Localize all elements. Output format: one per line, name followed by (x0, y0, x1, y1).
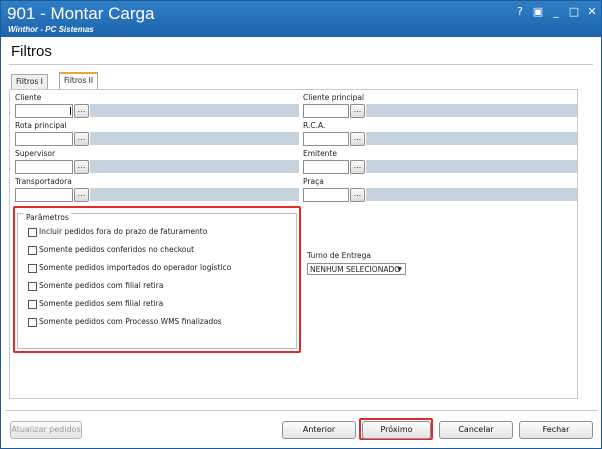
praca-name-field (366, 188, 577, 201)
supervisor-code-input[interactable] (15, 160, 73, 174)
window-subtitle: Winthor - PC Sistemas (8, 25, 94, 34)
supervisor-label: Supervisor (15, 149, 56, 158)
supervisor-name-field (90, 160, 299, 173)
action-bar: Atualizar pedidos Anterior Próximo Cance… (5, 410, 597, 445)
chevron-down-icon[interactable]: ▼ (395, 265, 404, 274)
rota-principal-code-input[interactable] (15, 132, 73, 146)
page-title: Filtros (11, 43, 52, 60)
checkbox-label: Somente pedidos importados do operador l… (39, 263, 232, 272)
rota-principal-lookup-button[interactable]: ... (74, 132, 89, 146)
window-title: 901 - Montar Carga (7, 4, 155, 23)
checkbox-label: Somente pedidos sem filial retira (39, 299, 164, 308)
cliente-label: Cliente (15, 93, 42, 102)
rca-name-field (366, 132, 577, 145)
emitente-name-field (366, 160, 577, 173)
cancelar-button[interactable]: Cancelar (439, 421, 513, 439)
transportadora-lookup-button[interactable]: ... (74, 188, 89, 202)
turno-entrega-value: NENHUM SELECIONADO (310, 265, 401, 274)
transportadora-label: Transportadora (15, 177, 72, 186)
cliente-lookup-button[interactable]: ... (74, 104, 89, 118)
rca-lookup-button[interactable]: ... (350, 132, 365, 146)
checkbox-wms-finalizados[interactable] (28, 318, 37, 327)
proximo-button[interactable]: Próximo (362, 421, 431, 439)
parametros-title: Parâmetros (24, 213, 71, 222)
main-content: Filtros Filtros I Filtros II Cliente ...… (5, 38, 597, 444)
close-icon[interactable]: ✕ (585, 5, 599, 19)
turno-entrega-select[interactable]: NENHUM SELECIONADO ▼ (307, 263, 406, 275)
help-icon[interactable]: ? (513, 5, 527, 19)
parametros-highlight: Parâmetros Incluir pedidos fora do prazo… (13, 206, 301, 353)
checkbox-label: Somente pedidos conferidos no checkout (39, 245, 195, 254)
transportadora-name-field (90, 188, 299, 201)
fechar-button[interactable]: Fechar (519, 421, 593, 439)
praca-label: Praça (303, 177, 324, 186)
rca-label: R.C.A. (303, 121, 326, 130)
anterior-button[interactable]: Anterior (282, 421, 356, 439)
checkbox-label: Somente pedidos com Processo WMS finaliz… (39, 317, 222, 326)
cliente-name-field (90, 104, 299, 117)
emitente-label: Emitente (303, 149, 337, 158)
emitente-code-input[interactable] (303, 160, 349, 174)
cliente-principal-code-input[interactable] (303, 104, 349, 118)
checkbox-incluir-fora-prazo[interactable] (28, 228, 37, 237)
maximize-icon[interactable]: □ (567, 5, 581, 19)
cliente-principal-label: Cliente principal (303, 93, 365, 102)
cliente-code-input[interactable] (15, 104, 73, 118)
cliente-principal-lookup-button[interactable]: ... (350, 104, 365, 118)
restore-layout-icon[interactable]: ▣ (531, 5, 545, 19)
tab-filtros-1[interactable]: Filtros I (11, 74, 48, 89)
turno-entrega-label: Turno de Entrega (307, 251, 371, 260)
checkbox-label: Incluir pedidos fora do prazo de faturam… (39, 227, 208, 236)
rca-code-input[interactable] (303, 132, 349, 146)
praca-code-input[interactable] (303, 188, 349, 202)
checkbox-sem-filial-retira[interactable] (28, 300, 37, 309)
transportadora-code-input[interactable] (15, 188, 73, 202)
checkbox-label: Somente pedidos com filial retira (39, 281, 164, 290)
checkbox-com-filial-retira[interactable] (28, 282, 37, 291)
rota-principal-label: Rota principal (15, 121, 67, 130)
cliente-principal-name-field (366, 104, 577, 117)
rota-principal-name-field (90, 132, 299, 145)
minimize-icon[interactable]: _ (549, 5, 563, 19)
app-window: 901 - Montar Carga Winthor - PC Sistemas… (0, 0, 602, 449)
emitente-lookup-button[interactable]: ... (350, 160, 365, 174)
parametros-groupbox: Parâmetros Incluir pedidos fora do prazo… (17, 213, 297, 349)
checkbox-conferidos-checkout[interactable] (28, 246, 37, 255)
atualizar-pedidos-button[interactable]: Atualizar pedidos (10, 421, 82, 439)
supervisor-lookup-button[interactable]: ... (74, 160, 89, 174)
divider (9, 64, 593, 65)
title-bar[interactable]: 901 - Montar Carga Winthor - PC Sistemas… (1, 1, 601, 37)
praca-lookup-button[interactable]: ... (350, 188, 365, 202)
checkbox-importados-operador[interactable] (28, 264, 37, 273)
